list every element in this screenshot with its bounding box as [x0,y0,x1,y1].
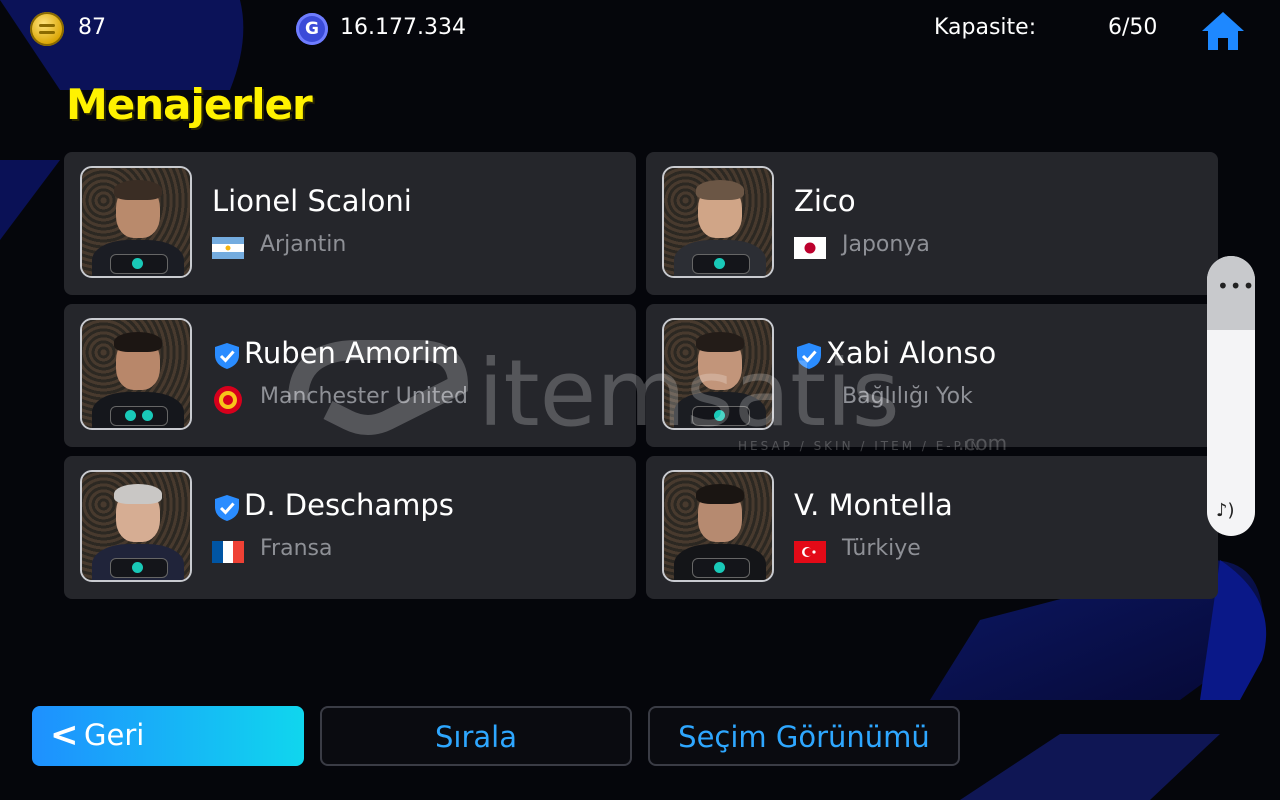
skill-badge-icon [110,254,168,274]
manager-card-scaloni[interactable]: Lionel Scaloni Arjantin [64,152,636,295]
japan-flag-icon [794,237,826,259]
manager-card-montella[interactable]: V. Montella Türkiye [646,456,1218,599]
france-flag-icon [212,541,244,563]
manager-card-deschamps[interactable]: D. Deschamps Fransa [64,456,636,599]
manager-card-amorim[interactable]: Ruben Amorim Manchester United [64,304,636,447]
page-title: Menajerler [66,80,313,129]
music-note-sound-icon[interactable]: ♪) [1216,500,1235,521]
manager-nation: Japonya [842,232,930,257]
home-icon[interactable] [1200,10,1246,52]
manchester-united-crest-icon [214,386,242,414]
sort-button[interactable]: Sırala [320,706,632,766]
manager-name: D. Deschamps [244,488,454,522]
coin-balance: 87 [78,15,106,40]
gp-icon: G [296,13,328,45]
manager-nation: Fransa [260,536,333,561]
capacity-label: Kapasite: [934,15,1037,40]
argentina-flag-icon [212,237,244,259]
manager-portrait [662,318,774,430]
manager-portrait [80,470,192,582]
manager-name: Xabi Alonso [826,336,997,370]
skill-badge-icon [692,558,750,578]
manager-name: V. Montella [794,488,953,522]
manager-name: Lionel Scaloni [212,184,412,218]
selection-view-button[interactable]: Seçim Görünümü [648,706,960,766]
manager-portrait [80,166,192,278]
side-panel-handle[interactable]: ••• [1207,256,1255,330]
skill-badge-icon [692,254,750,274]
back-button-label: Geri [84,718,145,752]
skill-badge-icon [692,406,750,426]
manager-name: Zico [794,184,856,218]
more-dots-icon[interactable]: ••• [1217,274,1255,298]
manager-club: Manchester United [260,384,468,409]
manager-portrait [80,318,192,430]
turkey-flag-icon [794,541,826,563]
back-button[interactable]: < Geri [32,706,304,766]
manager-card-zico[interactable]: Zico Japonya [646,152,1218,295]
manager-nation: Arjantin [260,232,347,257]
manager-affiliation: Bağlılığı Yok [842,384,973,409]
manager-name: Ruben Amorim [244,336,460,370]
manager-card-alonso[interactable]: Xabi Alonso Bağlılığı Yok [646,304,1218,447]
side-panel[interactable]: ••• ♪) [1207,256,1255,536]
chevron-left-icon: < [50,715,79,755]
top-bar: 87 G 16.177.334 Kapasite: 6/50 [0,0,1280,60]
gp-balance: 16.177.334 [340,15,466,40]
skill-badge-icon [110,406,168,426]
manager-portrait [662,166,774,278]
manager-nation: Türkiye [842,536,921,561]
capacity-value: 6/50 [1108,15,1158,40]
manager-portrait [662,470,774,582]
skill-badge-icon [110,558,168,578]
coin-icon [30,12,64,46]
